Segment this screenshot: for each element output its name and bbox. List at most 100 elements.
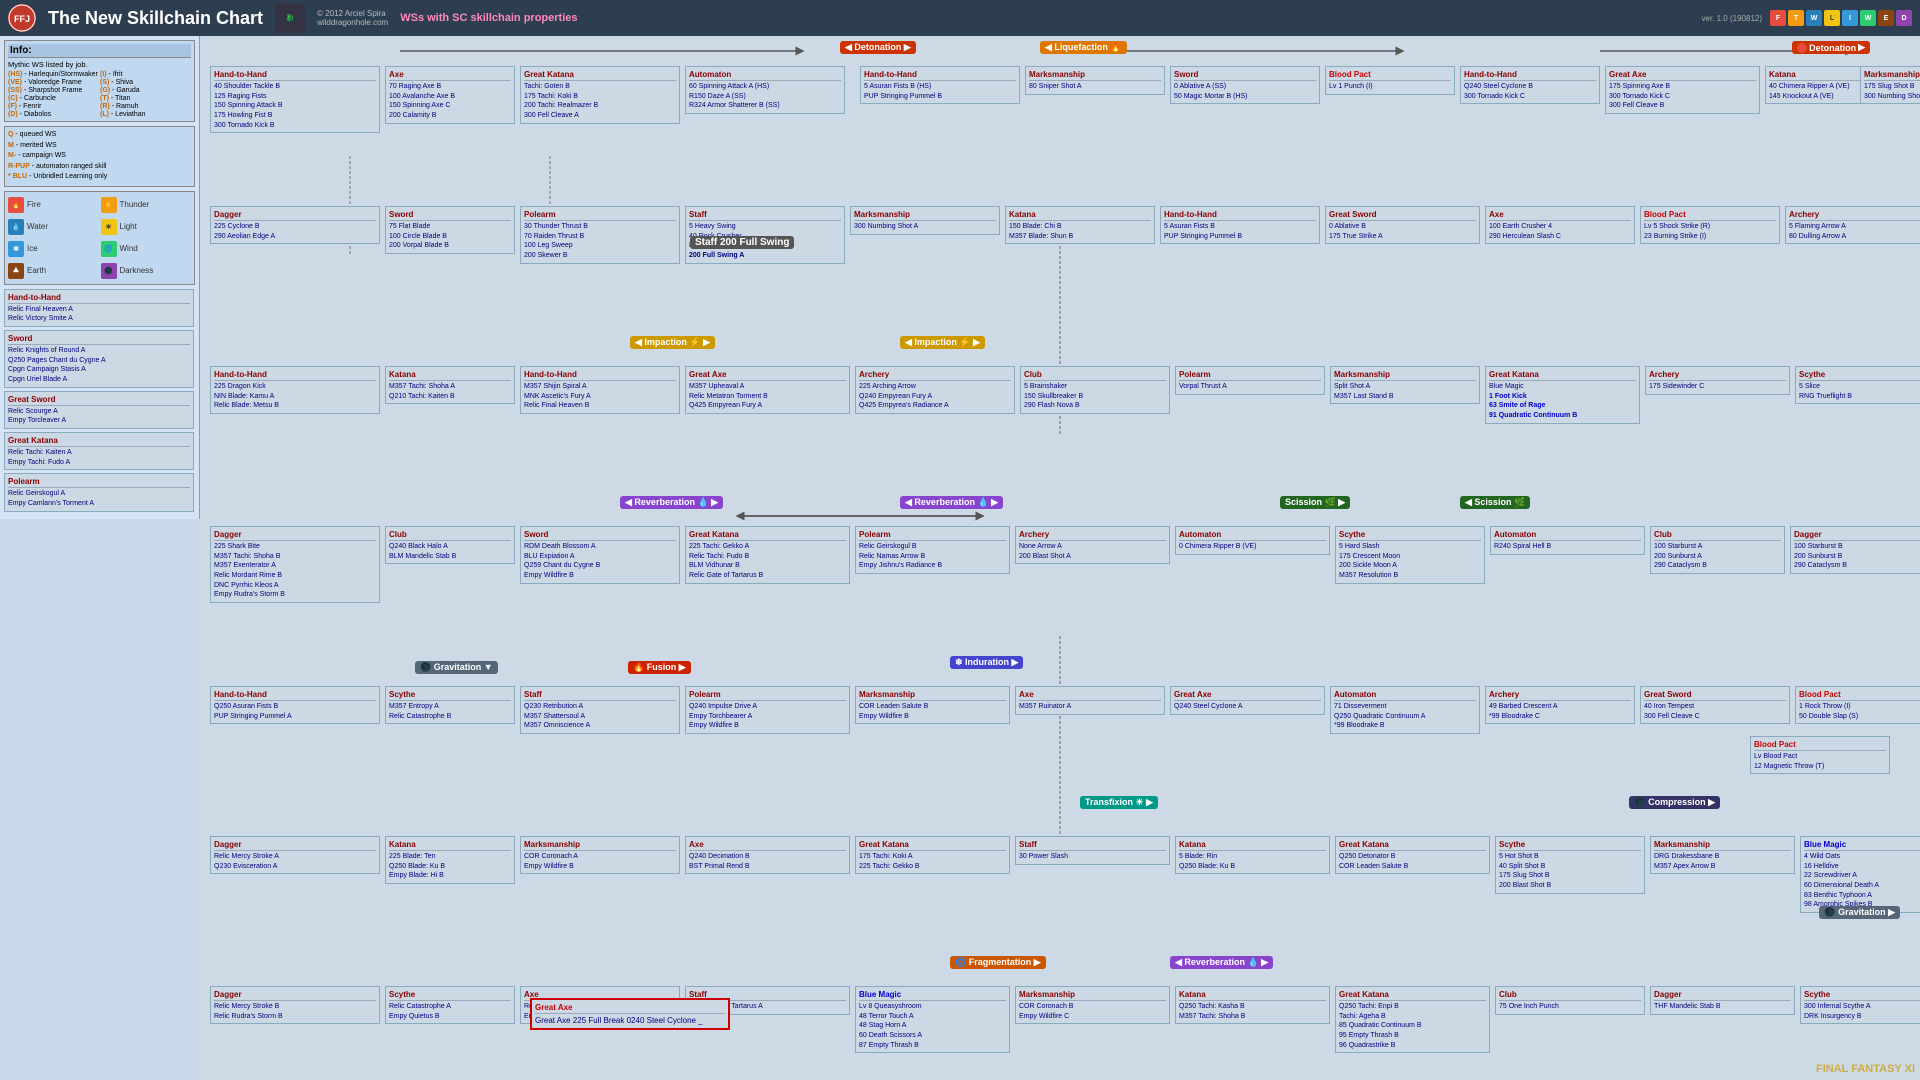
scythe-row5: Scythe M357 Entropy A Relic Catastrophe …: [385, 686, 515, 724]
water-icon: W: [1806, 10, 1822, 26]
fire-label: Fire: [27, 200, 41, 209]
sword-header: Sword: [8, 333, 190, 345]
polearm-skill-1: Relic Geirskogul A: [8, 489, 190, 499]
light-row: ☀ Light: [101, 219, 192, 235]
light-label: Light: [120, 222, 137, 231]
impaction-left-label: ◀ Impaction ⚡ ▶: [630, 336, 715, 349]
hth-left-sec: Hand-to-Hand Relic Final Heaven A Relic …: [4, 289, 194, 327]
ice-icon: I: [1842, 10, 1858, 26]
impaction-right-label: ◀ Impaction ⚡ ▶: [900, 336, 985, 349]
gk-row3: Great Katana Blue Magic 1 Foot Kick 63 S…: [1485, 366, 1640, 424]
sword-skill-1: Relic Knights of Round A: [8, 346, 190, 356]
polearm-row5: Polearm Q240 Impulse Drive A Empy Torchb…: [685, 686, 850, 734]
polearm-row3: Polearm Vorpal Thrust A: [1175, 366, 1325, 395]
great-katana-row6: Great Katana 175 Tachi: Koki A 225 Tachi…: [855, 836, 1010, 874]
gs-skill-2: Empy Torcleaver A: [8, 416, 190, 426]
staff-row5: Staff Q230 Retribution A M357 Shattersou…: [520, 686, 680, 734]
archery-row2: Archery 5 Flaming Arrow A 80 Dulling Arr…: [1785, 206, 1920, 244]
info-title: Info:: [8, 44, 191, 58]
gs-header: Great Sword: [8, 394, 190, 406]
greatkatana-left-sec: Great Katana Relic Tachi: Kaiten A Empy …: [4, 432, 194, 470]
dagger-row7: Dagger Relic Mercy Stroke B Relic Rudra'…: [210, 986, 380, 1024]
inner-chart: Detonation ▶ Hand-to-Hand 40 Shoulder Ta…: [200, 36, 1920, 1080]
wind-elem-icon: 🌀: [101, 241, 117, 257]
sword-row2: Sword 75 Flat Blade 100 Circle Blade B 2…: [385, 206, 515, 254]
marks-top-sec: Marksmanship 80 Sniper Shot A: [1025, 66, 1165, 95]
katana-row6-center: Katana 5 Blade: Rin Q250 Blade: Ku B: [1175, 836, 1330, 874]
thunder-elem-icon: ⚡: [101, 197, 117, 213]
archery-row3: Archery 225 Arching Arrow Q240 Empyrean …: [855, 366, 1015, 414]
ga-row3: Great Axe M357 Upheaval A Relic Metatron…: [685, 366, 850, 414]
abbr-F: (F) - Fenrir: [8, 103, 99, 110]
gravitation-bot-label: 🌑 Gravitation ▶: [1819, 906, 1900, 919]
abbr-T: (T) - Titan: [100, 95, 191, 102]
abbr-VE: (VE) - Valoredge Frame: [8, 79, 99, 86]
earth-icon: E: [1878, 10, 1894, 26]
katana-mid-sec: Katana 150 Blade: Chi B M357 Blade: Shun…: [1005, 206, 1155, 244]
axe-top-sec: Axe 70 Raging Axe B 100 Avalanche Axe B …: [385, 66, 515, 124]
hth-header: Hand-to-Hand: [8, 292, 190, 304]
club-row4: Club Q240 Black Halo A BLM Mandelic Stab…: [385, 526, 515, 564]
ice-row: ❄ Ice: [8, 241, 99, 257]
hth-mid-center: Hand-to-Hand 5 Asuran Fists B PUP String…: [1160, 206, 1320, 244]
ice-label: Ice: [27, 244, 38, 253]
axe-row6: Axe Q240 Decimation B BST Primal Rend B: [685, 836, 850, 874]
axe-mid-right: Axe 100 Earth Crusher 4 290 Herculean Sl…: [1485, 206, 1635, 244]
left-legend-panel: Info: Mythic WS listed by job. (HS) - Ha…: [0, 36, 200, 519]
scission-right-label: ◀ Scission 🌿: [1460, 496, 1530, 509]
dagger-row4-right: Dagger 100 Starburst B 200 Sunburst B 29…: [1790, 526, 1920, 574]
dark-label: Darkness: [120, 266, 154, 275]
bp-mid-sec: Blood Pact Lv 5 Shock Strike (R) 23 Burn…: [1640, 206, 1780, 244]
scythe-row7-right: Scythe 300 Infernal Scythe A DRK Insurge…: [1800, 986, 1920, 1024]
scythe-row3: Scythe 5 Slice RNG Trueflight B: [1795, 366, 1920, 404]
scythe-row6: Scythe 5 Hot Shot B 40 Split Shot B 175 …: [1495, 836, 1645, 894]
q-labels: Q - queued WS M - merited WS M- - campai…: [8, 130, 191, 183]
hth-right-sec: Hand-to-Hand 5 Asuran Fists B (HS) PUP S…: [860, 66, 1020, 104]
page-title: The New Skillchain Chart: [48, 8, 263, 29]
hth-skill-1: Relic Final Heaven A: [8, 305, 190, 315]
archery-row5: Archery 49 Barbed Crescent A *99 Bloodra…: [1485, 686, 1635, 724]
light-icon: L: [1824, 10, 1840, 26]
main-container: FFJ The New Skillchain Chart 🐉 © 2012 Ar…: [0, 0, 1920, 1080]
polearm-left-sec: Polearm Relic Geirskogul A Empy Camlann'…: [4, 473, 194, 511]
water-label: Water: [27, 222, 48, 231]
club-row7: Club 75 One Inch Punch: [1495, 986, 1645, 1015]
great-katana-row4: Great Katana 225 Tachi: Gekko A Relic Ta…: [685, 526, 850, 584]
svg-text:FFJ: FFJ: [14, 14, 30, 24]
header-copyright: © 2012 Arciel Spira wilddragonhole.com: [317, 9, 388, 27]
automaton-row4-right: Automaton R240 Spiral Hell B: [1490, 526, 1645, 555]
abbr-C: (C) - Carbuncle: [8, 95, 99, 102]
katana-row7: Katana Q250 Tachi: Kasha B M357 Tachi: S…: [1175, 986, 1330, 1024]
thunder-row: ⚡ Thunder: [101, 197, 192, 213]
element-grid: 🔥 Fire ⚡ Thunder 💧 Water ☀ Light ❄ I: [8, 195, 191, 281]
scythe-row7: Scythe Relic Catastrophe A Empy Quietus …: [385, 986, 515, 1024]
info-section: Info: Mythic WS listed by job. (HS) - Ha…: [4, 40, 195, 122]
polearm-row4: Polearm Relic Geirskogul B Relic Namas A…: [855, 526, 1010, 574]
earth-elem-icon: ⛰: [8, 263, 24, 279]
dark-icon: D: [1896, 10, 1912, 26]
scission-left-label: Scission 🌿 ▶: [1280, 496, 1350, 509]
detonation-dot: [1797, 43, 1807, 53]
abbr-HS: (HS) - Harlequin/Stormwaker: [8, 71, 99, 78]
hth-row3-mid: Hand-to-Hand M357 Shijin Spiral A MNK As…: [520, 366, 680, 414]
liquefaction-label: ◀ Liquefaction 🔥: [1040, 41, 1127, 54]
header-right: ver. 1.0 (190812) F T W L I W E D: [1702, 10, 1912, 26]
ffxi-logo: FINAL FANTASY XI: [1816, 1063, 1915, 1075]
marks-row7: Marksmanship COR Coronach B Empy Wildfir…: [1015, 986, 1170, 1024]
dark-elem-icon: 🌑: [101, 263, 117, 279]
marks-row6: Marksmanship COR Coronach A Empy Wildfir…: [520, 836, 680, 874]
light-elem-icon: ☀: [101, 219, 117, 235]
thunder-icon: T: [1788, 10, 1804, 26]
archery-row3-right: Archery 175 Sidewinder C: [1645, 366, 1790, 395]
staff-row2: Staff 5 Heavy Swing 40 Rock Crusher 80 E…: [685, 206, 845, 264]
fire-elem-icon: 🔥: [8, 197, 24, 213]
reverberation-bot-label: ◀ Reverberation 💧 ▶: [1170, 956, 1273, 969]
marks-row5: Marksmanship COR Leaden Salute B Empy Wi…: [855, 686, 1010, 724]
fire-icon: F: [1770, 10, 1786, 26]
ga-skill-noted: Great Axe 225 Full Break 0240 Steel Cycl…: [535, 1015, 725, 1026]
sword-skill-4: Cpgn Uriel Blade A: [8, 375, 190, 385]
archery-row4: Archery None Arrow A 200 Blast Shot A: [1015, 526, 1170, 564]
dagger-row7-right: Dagger THF Mandelic Stab B: [1650, 986, 1795, 1015]
gs-mid-sec: Great Sword 0 Ablative B 175 True Strike…: [1325, 206, 1480, 244]
staff-full-swing-label: Staff 200 Full Swing: [690, 236, 794, 249]
